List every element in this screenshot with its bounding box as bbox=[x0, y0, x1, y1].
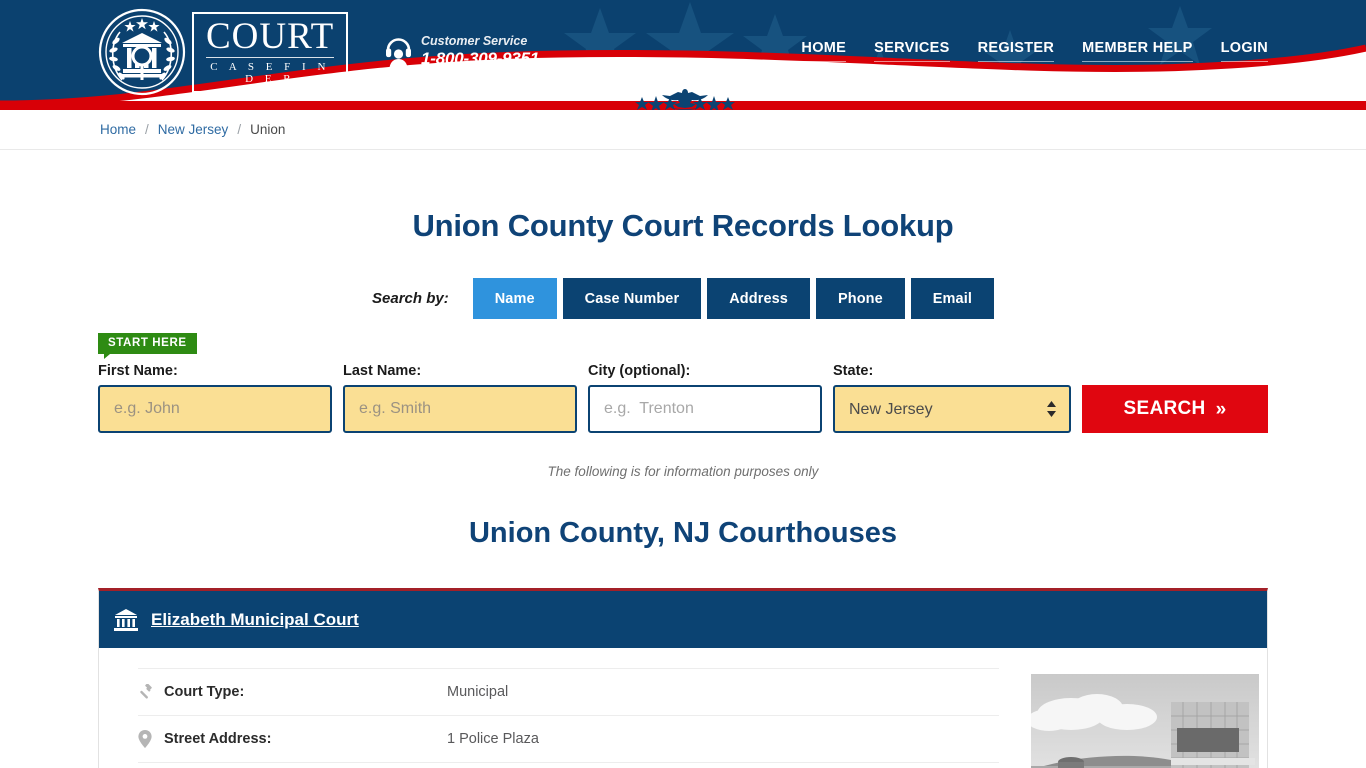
breadcrumb-separator: / bbox=[145, 122, 149, 137]
city-label: City (optional): bbox=[588, 363, 691, 379]
table-row: City: Elizabeth bbox=[138, 762, 999, 768]
table-row: Court Type: Municipal bbox=[138, 668, 999, 715]
detail-label-court-type: Court Type: bbox=[164, 684, 245, 700]
logo-word-casefinder: C A S E F I N D E R bbox=[206, 56, 335, 85]
logo-wordmark: COURT C A S E F I N D E R bbox=[192, 11, 349, 93]
search-button-label: SEARCH bbox=[1123, 398, 1206, 419]
site-logo[interactable]: COURT C A S E F I N D E R bbox=[98, 8, 349, 96]
city-field-group: City (optional): bbox=[588, 363, 822, 433]
gavel-icon bbox=[138, 684, 164, 700]
city-input[interactable] bbox=[588, 385, 822, 433]
customer-service-phone[interactable]: 1-800-309-9351 bbox=[421, 49, 539, 69]
detail-value-street-address: 1 Police Plaza bbox=[447, 731, 539, 747]
page-title: Union County Court Records Lookup bbox=[412, 208, 954, 243]
information-purposes-note: The following is for information purpose… bbox=[547, 464, 819, 479]
first-name-label: First Name: bbox=[98, 363, 178, 379]
breadcrumb-item-new-jersey[interactable]: New Jersey bbox=[158, 122, 229, 137]
courthouse-detail-list: Court Type: Municipal Street Address: 1 … bbox=[99, 668, 999, 768]
main-content: Union County Court Records Lookup Search… bbox=[0, 150, 1366, 768]
search-by-label: Search by: bbox=[372, 290, 449, 307]
logo-word-court: COURT bbox=[206, 15, 335, 57]
bank-columns-icon bbox=[114, 608, 138, 631]
nav-item-login[interactable]: LOGIN bbox=[1220, 40, 1268, 62]
eagle-emblem-decoration bbox=[630, 86, 740, 110]
courthouse-card: Elizabeth Municipal Court Court Type: Mu… bbox=[98, 588, 1268, 768]
courthouse-card-header: Elizabeth Municipal Court bbox=[99, 591, 1267, 648]
courthouse-card-body: Court Type: Municipal Street Address: 1 … bbox=[99, 648, 1267, 768]
first-name-field-group: First Name: bbox=[98, 363, 332, 433]
start-here-badge: START HERE bbox=[98, 333, 197, 359]
state-select[interactable]: New Jersey bbox=[833, 385, 1071, 433]
courthouse-photo bbox=[1031, 674, 1259, 768]
map-pin-icon bbox=[138, 730, 164, 748]
state-label: State: bbox=[833, 363, 874, 379]
customer-service-label: Customer Service bbox=[421, 34, 528, 48]
last-name-input[interactable] bbox=[343, 385, 577, 433]
courthouse-name-link[interactable]: Elizabeth Municipal Court bbox=[151, 610, 359, 630]
nav-item-home[interactable]: HOME bbox=[801, 40, 847, 62]
tab-phone[interactable]: Phone bbox=[815, 278, 905, 319]
tab-name[interactable]: Name bbox=[472, 278, 557, 319]
breadcrumb: Home / New Jersey / Union bbox=[0, 110, 1366, 150]
detail-label-street-address: Street Address: bbox=[164, 731, 272, 747]
last-name-field-group: Last Name: bbox=[343, 363, 577, 433]
detail-value-court-type: Municipal bbox=[447, 684, 509, 700]
tab-address[interactable]: Address bbox=[707, 278, 810, 319]
search-form-row: First Name: Last Name: City (optional): … bbox=[98, 363, 1268, 433]
search-button-chevron: » bbox=[1215, 398, 1227, 420]
breadcrumb-item-union: Union bbox=[250, 122, 286, 137]
customer-service-block: Customer Service 1-800-309-9351 bbox=[385, 34, 539, 69]
tab-email[interactable]: Email bbox=[910, 278, 994, 319]
nav-item-services[interactable]: SERVICES bbox=[874, 40, 950, 62]
nav-item-member-help[interactable]: MEMBER HELP bbox=[1082, 40, 1193, 62]
breadcrumb-separator: / bbox=[237, 122, 242, 137]
state-field-group: State: New Jersey bbox=[833, 363, 1071, 433]
breadcrumb-item-home[interactable]: Home bbox=[100, 122, 136, 137]
section-title-courthouses: Union County, NJ Courthouses bbox=[468, 517, 897, 549]
search-by-tabs: Search by: Name Case Number Address Phon… bbox=[0, 278, 1366, 319]
court-seal-icon bbox=[98, 8, 186, 96]
tab-case-number[interactable]: Case Number bbox=[562, 278, 702, 319]
search-button[interactable]: SEARCH » bbox=[1082, 385, 1268, 433]
last-name-label: Last Name: bbox=[343, 363, 422, 379]
table-row: Street Address: 1 Police Plaza bbox=[138, 715, 999, 762]
nav-item-register[interactable]: REGISTER bbox=[977, 40, 1055, 62]
headset-support-icon bbox=[386, 37, 411, 67]
main-navigation: HOME SERVICES REGISTER MEMBER HELP LOGIN bbox=[801, 40, 1268, 62]
courthouse-photo-container bbox=[999, 668, 1259, 768]
site-header: COURT C A S E F I N D E R Customer Servi… bbox=[0, 0, 1366, 110]
search-form: START HERE First Name: Last Name: City (… bbox=[98, 319, 1268, 433]
first-name-input[interactable] bbox=[98, 385, 332, 433]
